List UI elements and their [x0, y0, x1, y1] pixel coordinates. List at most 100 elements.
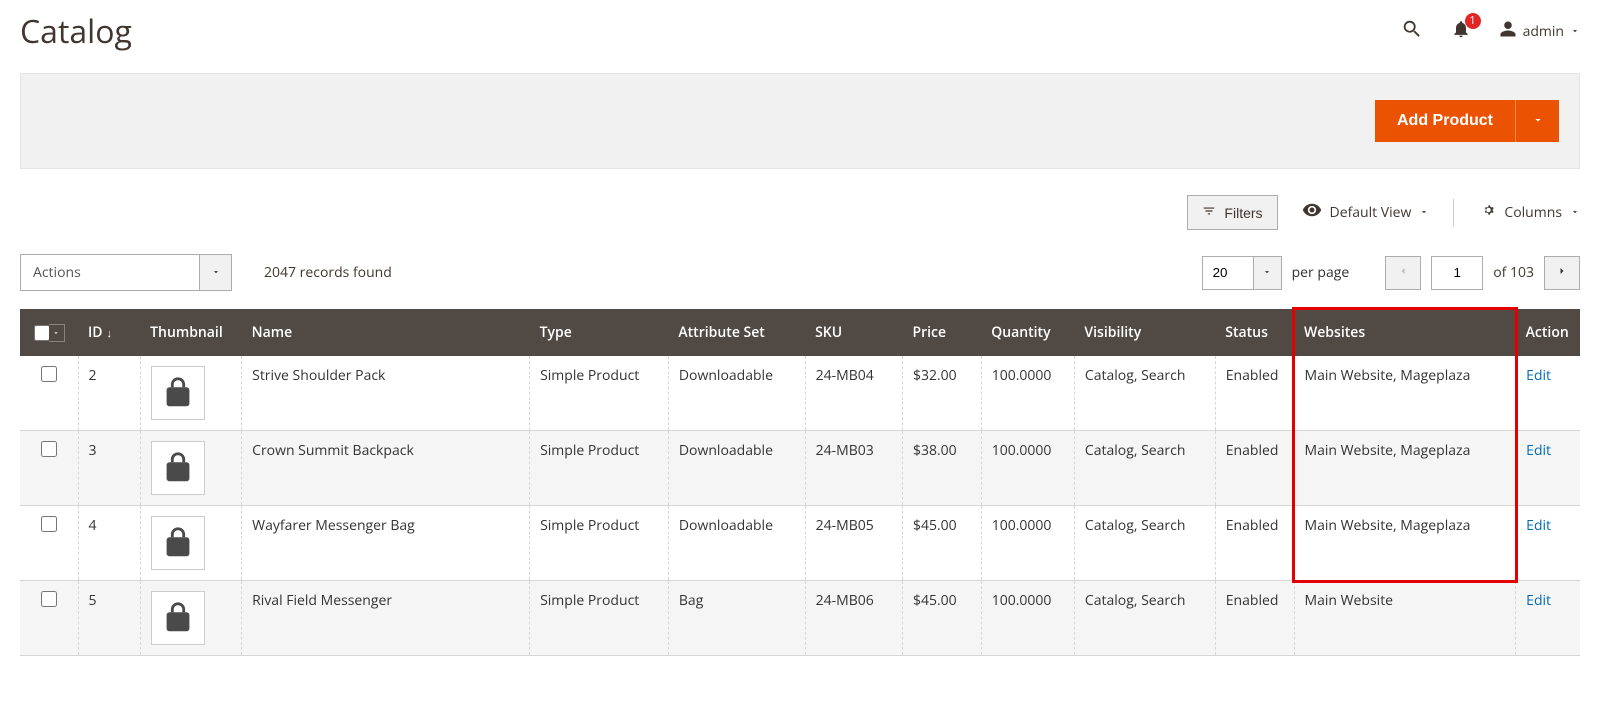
per-page-label: per page: [1292, 263, 1350, 282]
search-button[interactable]: [1401, 18, 1423, 45]
col-header-price[interactable]: Price: [902, 309, 981, 356]
col-header-action[interactable]: Action: [1516, 309, 1580, 356]
search-icon: [1401, 18, 1423, 45]
chevron-down-icon: [1570, 22, 1580, 41]
cell-quantity: 100.0000: [981, 356, 1074, 431]
bulk-actions-label: Actions: [20, 254, 200, 291]
filters-button[interactable]: Filters: [1187, 195, 1277, 230]
columns-button[interactable]: Columns: [1478, 201, 1580, 224]
edit-link[interactable]: Edit: [1526, 591, 1551, 610]
chevron-right-icon: [1556, 263, 1568, 282]
row-checkbox[interactable]: [41, 591, 57, 607]
col-header-type[interactable]: Type: [530, 309, 669, 356]
cell-id: 5: [78, 581, 140, 656]
col-header-status[interactable]: Status: [1215, 309, 1294, 356]
gear-icon: [1478, 201, 1496, 224]
records-found-label: 2047 records found: [264, 263, 392, 282]
cell-id: 3: [78, 431, 140, 506]
columns-label: Columns: [1504, 203, 1562, 222]
row-checkbox[interactable]: [41, 516, 57, 532]
cell-thumbnail: [140, 581, 242, 656]
cell-visibility: Catalog, Search: [1074, 431, 1215, 506]
bulk-actions-select[interactable]: Actions: [20, 254, 232, 291]
table-row[interactable]: 2 Strive Shoulder Pack Simple Product Do…: [20, 356, 1580, 431]
product-thumbnail[interactable]: [151, 591, 205, 645]
cell-name: Rival Field Messenger: [242, 581, 530, 656]
cell-name: Crown Summit Backpack: [242, 431, 530, 506]
edit-link[interactable]: Edit: [1526, 516, 1551, 535]
col-header-websites[interactable]: Websites: [1294, 309, 1516, 356]
cell-websites: Main Website: [1294, 581, 1516, 656]
bag-icon: [159, 599, 197, 637]
cell-visibility: Catalog, Search: [1074, 581, 1215, 656]
listing-controls: Actions 2047 records found per page of 1…: [0, 242, 1600, 309]
chevron-down-icon: [1532, 114, 1544, 129]
cell-visibility: Catalog, Search: [1074, 356, 1215, 431]
cell-action: Edit: [1516, 356, 1580, 431]
cell-quantity: 100.0000: [981, 431, 1074, 506]
col-header-attribute-set[interactable]: Attribute Set: [668, 309, 805, 356]
eye-icon: [1302, 200, 1322, 225]
cell-id: 2: [78, 356, 140, 431]
product-thumbnail[interactable]: [151, 366, 205, 420]
per-page-control: per page: [1202, 256, 1350, 290]
default-view-label: Default View: [1330, 203, 1412, 222]
page-title: Catalog: [20, 10, 132, 53]
cell-price: $32.00: [902, 356, 981, 431]
actionbar: Add Product: [20, 73, 1580, 169]
select-all-checkbox[interactable]: [34, 325, 50, 341]
col-header-visibility[interactable]: Visibility: [1074, 309, 1215, 356]
cell-visibility: Catalog, Search: [1074, 506, 1215, 581]
col-header-checkbox[interactable]: [20, 309, 78, 356]
cell-type: Simple Product: [530, 431, 669, 506]
col-header-thumbnail[interactable]: Thumbnail: [140, 309, 242, 356]
cell-price: $45.00: [902, 581, 981, 656]
notifications-button[interactable]: 1: [1451, 19, 1471, 44]
table-row[interactable]: 4 Wayfarer Messenger Bag Simple Product …: [20, 506, 1580, 581]
select-all-caret[interactable]: [49, 324, 65, 342]
chevron-left-icon: [1397, 263, 1409, 282]
per-page-input[interactable]: [1202, 256, 1254, 290]
cell-websites: Main Website, Mageplaza: [1294, 506, 1516, 581]
cell-attribute-set: Downloadable: [668, 506, 805, 581]
prev-page-button[interactable]: [1385, 256, 1421, 290]
cell-status: Enabled: [1215, 431, 1294, 506]
bag-icon: [159, 374, 197, 412]
bulk-actions-caret[interactable]: [200, 254, 232, 291]
toolbar: Filters Default View Columns: [0, 169, 1600, 242]
cell-thumbnail: [140, 431, 242, 506]
product-grid: ID↓ Thumbnail Name Type Attribute Set SK…: [20, 309, 1580, 656]
cell-thumbnail: [140, 356, 242, 431]
col-header-id[interactable]: ID↓: [78, 309, 140, 356]
cell-attribute-set: Bag: [668, 581, 805, 656]
product-thumbnail[interactable]: [151, 516, 205, 570]
col-header-sku[interactable]: SKU: [805, 309, 902, 356]
cell-action: Edit: [1516, 431, 1580, 506]
per-page-caret[interactable]: [1254, 256, 1282, 290]
chevron-down-icon: [1570, 203, 1580, 222]
add-product-button[interactable]: Add Product: [1375, 100, 1515, 142]
product-thumbnail[interactable]: [151, 441, 205, 495]
sort-down-icon: ↓: [107, 326, 113, 341]
row-checkbox[interactable]: [41, 441, 57, 457]
table-row[interactable]: 5 Rival Field Messenger Simple Product B…: [20, 581, 1580, 656]
next-page-button[interactable]: [1544, 256, 1580, 290]
chevron-down-icon: [1419, 203, 1429, 222]
edit-link[interactable]: Edit: [1526, 366, 1551, 385]
current-page-input[interactable]: [1431, 256, 1483, 290]
cell-type: Simple Product: [530, 506, 669, 581]
edit-link[interactable]: Edit: [1526, 441, 1551, 460]
divider: [1453, 199, 1454, 227]
user-menu[interactable]: admin: [1499, 20, 1580, 43]
cell-type: Simple Product: [530, 581, 669, 656]
cell-name: Wayfarer Messenger Bag: [242, 506, 530, 581]
default-view-button[interactable]: Default View: [1302, 200, 1430, 225]
add-product-dropdown[interactable]: [1515, 100, 1559, 142]
table-row[interactable]: 3 Crown Summit Backpack Simple Product D…: [20, 431, 1580, 506]
cell-quantity: 100.0000: [981, 506, 1074, 581]
col-header-name[interactable]: Name: [242, 309, 530, 356]
funnel-icon: [1202, 204, 1216, 221]
col-header-quantity[interactable]: Quantity: [981, 309, 1074, 356]
row-checkbox[interactable]: [41, 366, 57, 382]
user-icon: [1499, 20, 1517, 43]
